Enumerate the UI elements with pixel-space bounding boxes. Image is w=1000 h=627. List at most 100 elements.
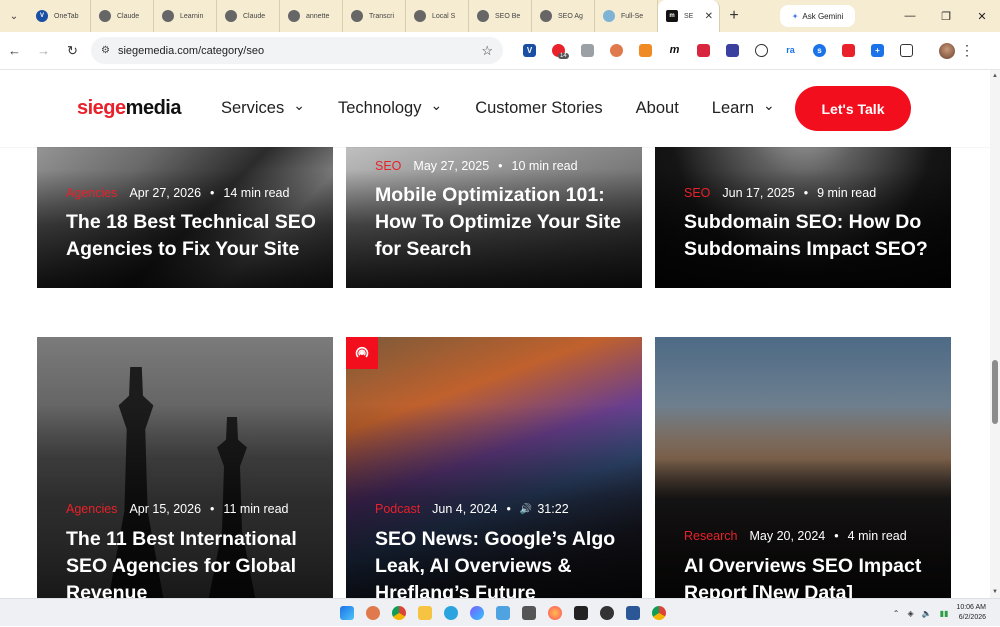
badge-extension-icon[interactable]: 14 — [544, 44, 573, 59]
site-info-icon[interactable]: ⚙ — [101, 45, 110, 56]
chrome-profile-icon[interactable] — [646, 606, 672, 620]
url-text[interactable]: siegemedia.com/category/seo — [118, 45, 481, 57]
article-meta: Agencies Apr 15, 2026 • 11 min read — [66, 502, 289, 516]
separator-dot: • — [498, 159, 503, 173]
tab-label: Transcri — [369, 12, 395, 20]
home-extension-icon[interactable] — [573, 44, 602, 57]
tab-7[interactable]: SEO Be — [469, 0, 532, 32]
category-link[interactable]: SEO — [684, 186, 710, 200]
scroll-up-icon[interactable]: ▲ — [992, 73, 998, 79]
new-tab-button[interactable]: + — [720, 7, 748, 25]
category-link[interactable]: Agencies — [66, 186, 117, 200]
wifi-icon[interactable]: ◈ — [907, 609, 913, 618]
page-scrollbar[interactable]: ▲ ▼ — [990, 70, 1000, 598]
puzzle-extensions-icon[interactable] — [892, 44, 921, 57]
media-player-icon[interactable] — [594, 606, 620, 620]
telegram-icon[interactable] — [438, 606, 464, 620]
ra-extension-icon[interactable]: ra — [776, 44, 805, 57]
claude-taskbar-icon[interactable] — [360, 606, 386, 620]
forward-button[interactable]: → — [29, 43, 58, 58]
article-card[interactable]: Research May 20, 2024 • 4 min read AI Overvi… — [655, 337, 951, 598]
claude-extension-icon[interactable] — [602, 44, 631, 57]
tab-label: OneTab — [54, 12, 79, 20]
tab-3[interactable]: Claude — [217, 0, 280, 32]
file-explorer-icon[interactable] — [412, 606, 438, 620]
copilot-icon[interactable] — [464, 606, 490, 620]
battery-icon[interactable]: ▮▮ — [940, 609, 949, 618]
red-square-extension-icon[interactable] — [834, 44, 863, 57]
s-extension-icon[interactable]: s — [805, 44, 834, 57]
tab-6[interactable]: Local S — [406, 0, 469, 32]
nav-item-technology[interactable]: Technology ⌄ — [338, 97, 442, 118]
tab-1[interactable]: Claude — [91, 0, 154, 32]
close-tab-icon[interactable]: ✕ — [705, 11, 713, 22]
article-title[interactable]: The 18 Best Technical SEO Agencies to Fi… — [66, 209, 326, 263]
ask-gemini-button[interactable]: ✦ Ask Gemini — [780, 5, 855, 27]
reload-button[interactable]: ↻ — [58, 43, 87, 59]
terminal-icon[interactable] — [568, 606, 594, 620]
start-button[interactable] — [334, 606, 360, 620]
article-title[interactable]: SEO News: Google’s Algo Leak, AI Overvie… — [375, 526, 635, 598]
nav-item-customer-stories[interactable]: Customer Stories — [475, 99, 602, 118]
close-window-button[interactable]: ✕ — [964, 0, 1000, 32]
clock-extension-icon[interactable] — [747, 44, 776, 57]
tab-0[interactable]: V OneTab — [28, 0, 91, 32]
firefox-icon[interactable] — [542, 606, 568, 620]
siegemedia-logo[interactable]: siegemedia — [77, 97, 181, 120]
tab-favicon-icon — [162, 10, 174, 22]
category-link[interactable]: Podcast — [375, 502, 420, 516]
lets-talk-button[interactable]: Let's Talk — [795, 86, 911, 131]
tab-5[interactable]: Transcri — [343, 0, 406, 32]
tab-9[interactable]: Full-Se — [595, 0, 658, 32]
orange-extension-icon[interactable] — [631, 44, 660, 57]
browser-menu-icon[interactable]: ⋮ — [955, 42, 979, 59]
plus-extension-icon[interactable]: + — [863, 44, 892, 57]
read-time: 4 min read — [847, 529, 907, 543]
article-card[interactable]: Agencies Apr 15, 2026 • 11 min read The 11 B… — [37, 337, 333, 598]
article-card[interactable]: SEO May 27, 2025 • 10 min read Mobile Optimi… — [346, 130, 642, 288]
tab-favicon-icon — [288, 10, 300, 22]
volume-icon[interactable]: 🔈 — [922, 609, 932, 618]
nav-item-label: Services — [220, 99, 285, 117]
bookmark-star-icon[interactable]: ☆ — [481, 43, 493, 59]
tab-2[interactable]: Learnin — [154, 0, 217, 32]
back-button[interactable]: ← — [0, 43, 29, 58]
blue-extension-icon[interactable] — [718, 44, 747, 57]
address-bar[interactable]: ⚙ siegemedia.com/category/seo ☆ — [91, 37, 503, 64]
nav-item-label: About — [635, 99, 679, 117]
article-card[interactable]: Agencies Apr 27, 2026 • 14 min read The 18 B… — [37, 130, 333, 288]
profile-avatar[interactable] — [939, 42, 955, 59]
article-title[interactable]: Mobile Optimization 101: How To Optimize… — [375, 182, 635, 263]
nav-item-services[interactable]: Services ⌄ — [220, 97, 305, 118]
m-extension-icon[interactable]: m — [660, 44, 689, 57]
tab-favicon-icon — [351, 10, 363, 22]
scrollbar-thumb[interactable] — [992, 360, 998, 424]
vscode-icon[interactable] — [620, 606, 646, 620]
notepad-icon[interactable] — [490, 606, 516, 620]
article-title[interactable]: The 11 Best International SEO Agencies f… — [66, 526, 326, 598]
tab-8[interactable]: SEO Ag — [532, 0, 595, 32]
category-link[interactable]: Agencies — [66, 502, 117, 516]
article-card[interactable]: SEO Jun 17, 2025 • 9 min read Subdomain SEO:… — [655, 130, 951, 288]
restore-button[interactable]: ❐ — [928, 0, 964, 32]
red-pen-extension-icon[interactable] — [689, 44, 718, 57]
tab-search-button[interactable]: ⌄ — [0, 0, 28, 32]
article-title[interactable]: AI Overviews SEO Impact Report [New Data… — [684, 553, 944, 598]
category-link[interactable]: Research — [684, 529, 738, 543]
category-link[interactable]: SEO — [375, 159, 401, 173]
chrome-taskbar-icon[interactable] — [386, 606, 412, 620]
tab-label: SEO Be — [495, 12, 521, 20]
minimize-button[interactable]: — — [892, 0, 928, 32]
tab-4[interactable]: annette — [280, 0, 343, 32]
nav-item-about[interactable]: About — [636, 99, 679, 118]
scroll-down-icon[interactable]: ▼ — [992, 589, 998, 595]
nav-item-learn[interactable]: Learn ⌄ — [712, 97, 775, 118]
article-title[interactable]: Subdomain SEO: How Do Subdomains Impact … — [684, 209, 944, 263]
tab-active[interactable]: m SE ✕ — [658, 0, 720, 32]
tray-overflow-icon[interactable]: ⌃ — [893, 609, 900, 618]
article-card[interactable]: Podcast Jun 4, 2024 • 🔊 31:22 SEO News: Googl… — [346, 337, 642, 598]
clock[interactable]: 10:06 AM 6/2/2026 — [956, 603, 986, 623]
snipping-tool-icon[interactable] — [516, 606, 542, 620]
vimeo-extension-icon[interactable]: V — [515, 44, 544, 57]
windows-taskbar: ⌃ ◈ 🔈 ▮▮ 10:06 AM 6/2/2026 — [0, 598, 1000, 626]
